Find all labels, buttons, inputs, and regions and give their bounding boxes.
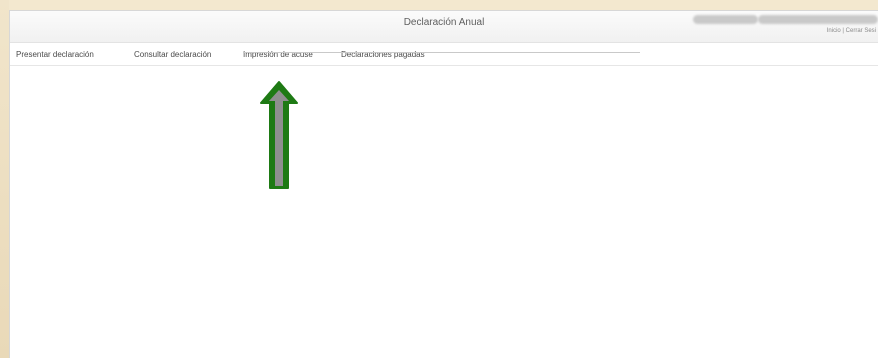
redacted-user-name — [758, 15, 878, 24]
session-links[interactable]: Inicio | Cerrar Sesi — [827, 28, 876, 34]
menu-active-underline — [243, 52, 640, 53]
menu-item-presentar-declaracion[interactable]: Presentar declaración — [16, 50, 94, 59]
title-bar: Declaración Anual Inicio | Cerrar Sesi — [10, 11, 878, 43]
menu-item-consultar-declaracion[interactable]: Consultar declaración — [134, 50, 211, 59]
background-left — [0, 0, 9, 358]
app-window: Declaración Anual Inicio | Cerrar Sesi P… — [9, 10, 878, 358]
up-arrow-icon — [256, 79, 302, 191]
navigation-menu: Presentar declaración Consultar declarac… — [10, 43, 878, 66]
redacted-user-info — [693, 15, 758, 24]
background-top — [0, 0, 878, 10]
